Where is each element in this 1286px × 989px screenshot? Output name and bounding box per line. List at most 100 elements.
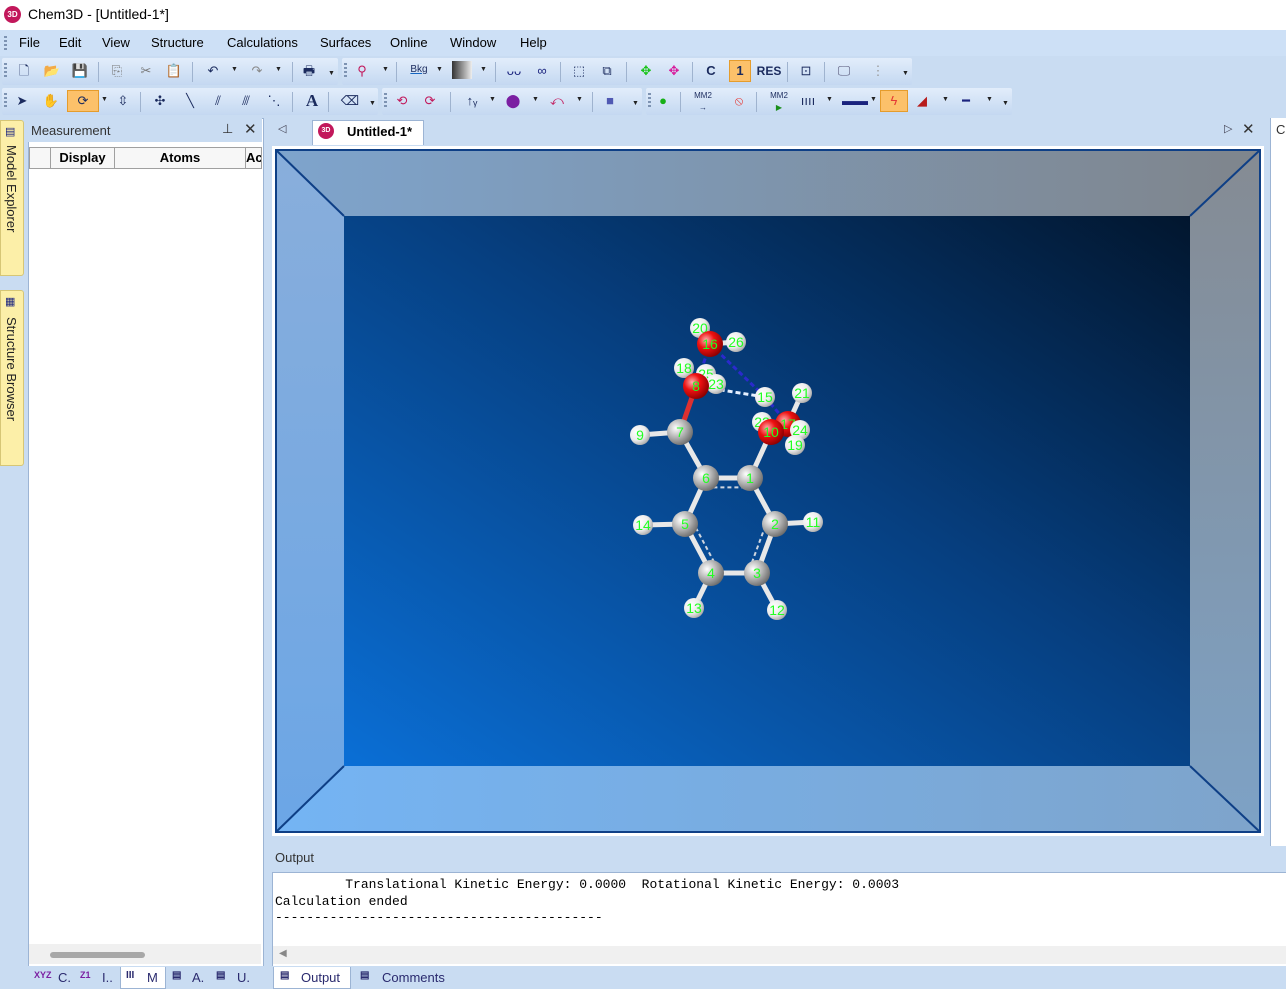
atom-13[interactable]: 13 — [684, 598, 704, 618]
copy-icon[interactable]: ⎘ — [107, 61, 127, 81]
bottom-tab-label[interactable]: U. — [237, 970, 250, 985]
bottom-tab-label[interactable]: M — [147, 970, 158, 985]
double-bond-icon[interactable]: ⫽ — [208, 91, 228, 111]
bottom-tab-label[interactable]: A. — [192, 970, 204, 985]
atom-3[interactable]: 3 — [744, 560, 770, 586]
structure-browser-tab[interactable]: ▦ Structure Browser — [0, 290, 24, 466]
spin-icon[interactable]: ⋮ — [868, 61, 888, 81]
cut-icon[interactable]: ✂ — [136, 61, 156, 81]
single-bond-icon[interactable]: ╲ — [180, 91, 200, 111]
select-arrow-icon[interactable]: ➤ — [12, 91, 32, 111]
lone-pairs-icon[interactable]: ✥ — [664, 61, 684, 81]
residue-label-button[interactable]: RES — [756, 61, 782, 81]
menu-window[interactable]: Window — [450, 35, 496, 50]
spectrum-icon[interactable]: ıııı — [798, 91, 818, 111]
atom-21[interactable]: 21 — [792, 383, 812, 403]
atom-move-icon[interactable]: ⬤ — [503, 91, 523, 111]
translate-icon[interactable]: ✣ — [150, 91, 170, 111]
atom-12[interactable]: 12 — [767, 600, 787, 620]
dipole-dropdown-icon[interactable]: ▼ — [986, 96, 993, 103]
new-file-icon[interactable]: 🗋 — [14, 61, 34, 81]
toolbar-grip[interactable] — [384, 93, 387, 109]
column-actual[interactable]: Ac — [245, 147, 262, 169]
model-explorer-tab[interactable]: ▤ Model Explorer — [0, 120, 24, 276]
gradient-dropdown-icon[interactable]: ▼ — [480, 66, 487, 73]
toolbar-grip[interactable] — [4, 93, 7, 109]
toolbar-grip[interactable] — [4, 63, 7, 79]
scroll-left-icon[interactable]: ◁ — [278, 122, 286, 135]
energy-icon[interactable]: ϟ — [880, 90, 908, 112]
comments-tab-label[interactable]: Comments — [382, 970, 445, 985]
graph-icon[interactable]: ◢ — [912, 91, 932, 111]
dipole-icon[interactable]: ━ — [956, 91, 976, 111]
output-tab-label[interactable]: Output — [301, 970, 340, 985]
atom-move-dropdown-icon[interactable]: ▼ — [532, 96, 539, 103]
perspective-icon[interactable]: ⧉ — [597, 61, 617, 81]
scrollbar-thumb[interactable] — [50, 952, 145, 958]
menu-grip[interactable] — [4, 36, 7, 50]
rotate-dropdown-icon[interactable]: ▼ — [101, 96, 108, 103]
atom-1[interactable]: 1 — [737, 465, 763, 491]
rotate-y-icon[interactable]: ⟳ — [420, 91, 440, 111]
redo-dropdown-icon[interactable]: ▼ — [275, 66, 282, 73]
menu-file[interactable]: File — [19, 35, 40, 50]
toolbar-options-icon[interactable]: ▼ — [1002, 100, 1009, 107]
display-mode-icon[interactable]: ⚲ — [352, 61, 372, 81]
open-folder-icon[interactable]: 📂 — [42, 61, 62, 81]
background-color-button[interactable]: Bkg — [405, 60, 433, 80]
move-hydrogens-icon[interactable]: ✥ — [636, 61, 656, 81]
display-mode-dropdown-icon[interactable]: ▼ — [382, 66, 389, 73]
menu-view[interactable]: View — [102, 35, 130, 50]
toolbar-grip[interactable] — [648, 93, 651, 109]
record-icon[interactable]: ● — [653, 91, 673, 111]
menu-structure[interactable]: Structure — [151, 35, 204, 50]
dihedral-icon[interactable]: ⤺ — [547, 91, 567, 111]
atom-15[interactable]: 15 — [755, 387, 775, 407]
pin-icon[interactable]: ⊥ — [222, 121, 233, 137]
atom-14[interactable]: 14 — [633, 515, 653, 535]
atom-4[interactable]: 4 — [698, 560, 724, 586]
bottom-tab-label[interactable]: I.. — [102, 970, 113, 985]
atom-11[interactable]: 11 — [803, 512, 823, 532]
orbital-icon[interactable]: ▬▬ — [842, 91, 868, 111]
rotate-x-icon[interactable]: ⟲ — [392, 91, 412, 111]
atom-19[interactable]: 19 — [785, 435, 805, 455]
toolbar-options-icon[interactable]: ▼ — [369, 100, 376, 107]
stop-calculation-icon[interactable]: ⦸ — [729, 91, 749, 111]
graph-dropdown-icon[interactable]: ▼ — [942, 96, 949, 103]
column-display[interactable]: Display — [50, 147, 115, 169]
hand-pan-icon[interactable]: ✋ — [41, 91, 61, 111]
dihedral-dropdown-icon[interactable]: ▼ — [576, 96, 583, 103]
gradient-icon[interactable] — [452, 61, 472, 79]
menu-edit[interactable]: Edit — [59, 35, 81, 50]
menu-surfaces[interactable]: Surfaces — [320, 35, 371, 50]
scroll-left-arrow-icon[interactable]: ◀ — [279, 948, 287, 959]
stereo-pair-icon[interactable]: ∞ — [532, 61, 552, 81]
menu-calculations[interactable]: Calculations — [227, 35, 298, 50]
atom-23[interactable]: 23 — [706, 374, 726, 394]
presentation-icon[interactable]: 🖵 — [834, 61, 854, 81]
atom-5[interactable]: 5 — [672, 511, 698, 537]
paste-icon[interactable]: 📋 — [164, 61, 184, 81]
stop-icon[interactable]: ■ — [600, 91, 620, 111]
stereo-view-icon[interactable]: ᴗᴗ — [504, 61, 524, 81]
serial-number-button[interactable]: 1 — [729, 60, 751, 82]
orient-dropdown-icon[interactable]: ▼ — [489, 96, 496, 103]
atom-16[interactable]: 16 — [697, 331, 723, 357]
triple-bond-icon[interactable]: ⫻ — [236, 91, 256, 111]
atom-10[interactable]: 10 — [758, 419, 784, 445]
atom-2[interactable]: 2 — [762, 511, 788, 537]
element-symbol-button[interactable]: C — [701, 61, 721, 81]
redo-icon[interactable]: ↷ — [247, 61, 267, 81]
save-icon[interactable]: 💾 — [70, 61, 90, 81]
bkg-dropdown-icon[interactable]: ▼ — [436, 66, 443, 73]
print-icon[interactable]: 🖶 — [299, 61, 319, 81]
mm2-dynamics-button[interactable]: MM2 ▶ — [766, 90, 792, 112]
toolbar-options-icon[interactable]: ▼ — [328, 70, 335, 77]
orient-icon[interactable]: ↑ᵧ — [462, 91, 482, 111]
box-icon[interactable]: ⬚ — [569, 61, 589, 81]
mm2-minimize-button[interactable]: MM2 → — [690, 90, 716, 112]
rotate-tool-icon[interactable]: ⟳ — [67, 90, 99, 112]
scroll-right-icon[interactable]: ▷ — [1224, 122, 1232, 135]
bottom-tab-label[interactable]: C. — [58, 970, 71, 985]
